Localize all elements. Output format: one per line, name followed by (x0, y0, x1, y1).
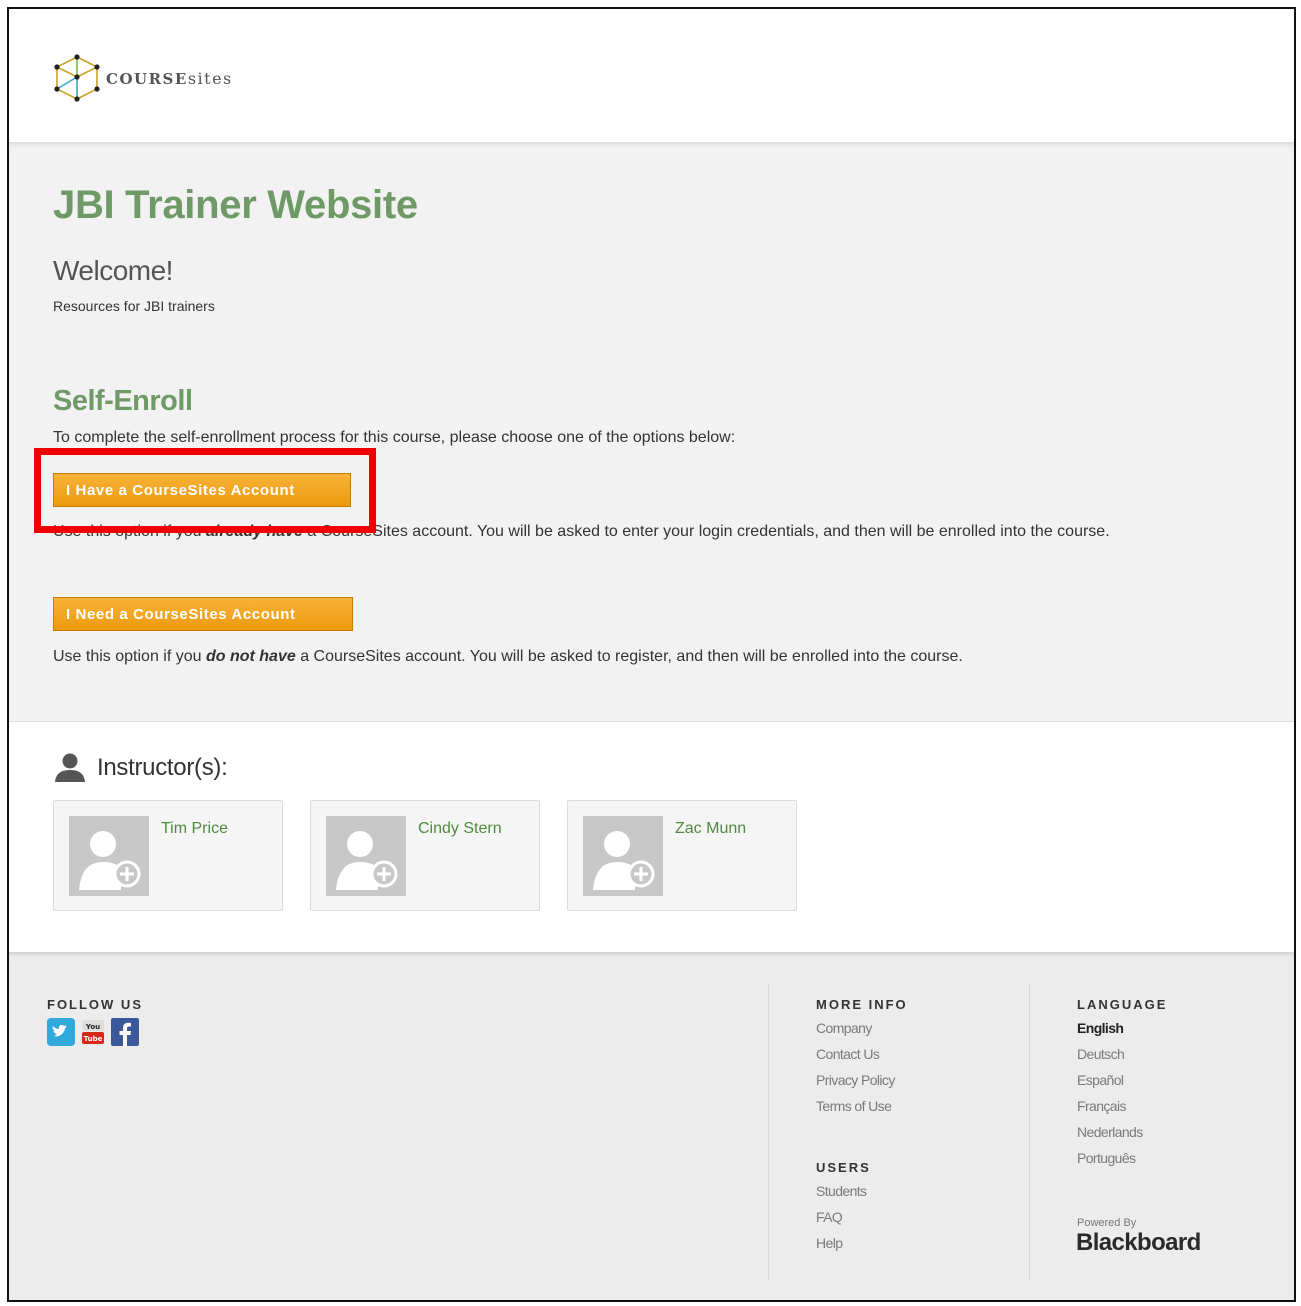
default-avatar-icon (336, 831, 398, 890)
person-icon (55, 753, 85, 782)
more-info-links: Company Contact Us Privacy Policy Terms … (816, 1015, 895, 1119)
instructors-heading: Instructor(s): (53, 752, 228, 784)
blackboard-logo[interactable]: Blackboard (1076, 1229, 1201, 1257)
svg-text:Tube: Tube (84, 1035, 103, 1043)
language-option-portugues[interactable]: Português (1077, 1145, 1143, 1171)
need-account-button[interactable]: I Need a CourseSites Account (53, 597, 353, 631)
instructor-name[interactable]: Zac Munn (675, 820, 746, 838)
youtube-icon[interactable]: You Tube (79, 1018, 107, 1046)
logo-text-light: sites (187, 68, 233, 88)
site-header: COURSEsites (9, 9, 1294, 142)
coursesites-cube-icon (54, 54, 100, 102)
language-option-francais[interactable]: Français (1077, 1093, 1143, 1119)
logo-text-bold: COURSE (106, 69, 188, 88)
more-info-heading: MORE INFO (816, 997, 908, 1012)
language-option-espanol[interactable]: Español (1077, 1067, 1143, 1093)
powered-by-label: Powered By (1077, 1217, 1137, 1229)
footer-divider (1029, 984, 1030, 1280)
footer-link-students[interactable]: Students (816, 1178, 867, 1204)
page-title: JBI Trainer Website (53, 183, 418, 227)
default-avatar-icon (79, 831, 141, 890)
coursesites-logo[interactable]: COURSEsites (53, 53, 233, 103)
footer-link-faq[interactable]: FAQ (816, 1204, 866, 1230)
users-links: Students FAQ Help (816, 1178, 867, 1256)
have-desc-prefix: Use this option if you (53, 523, 206, 540)
have-desc-emphasis: already have (205, 523, 303, 540)
instructor-list: Tim Price Cindy Stern Zac Munn (53, 800, 824, 911)
language-options: English Deutsch Español Français Nederla… (1077, 1015, 1143, 1171)
footer-link-privacy-policy[interactable]: Privacy Policy (816, 1067, 895, 1093)
follow-us-heading: FOLLOW US (47, 997, 143, 1012)
logo-text: COURSEsites (106, 69, 233, 88)
language-option-deutsch[interactable]: Deutsch (1077, 1041, 1143, 1067)
svg-text:You: You (85, 1023, 100, 1031)
avatar (69, 816, 149, 896)
language-heading: LANGUAGE (1077, 997, 1168, 1012)
language-option-nederlands[interactable]: Nederlands (1077, 1119, 1143, 1145)
have-account-button[interactable]: I Have a CourseSites Account (53, 473, 351, 507)
have-desc-suffix: a CourseSites account. You will be asked… (302, 523, 1110, 540)
social-links: You Tube (47, 1018, 143, 1046)
instructor-name[interactable]: Tim Price (161, 820, 228, 838)
need-account-description: Use this option if you do not have a Cou… (53, 643, 1273, 671)
need-desc-emphasis: do not have (205, 648, 296, 665)
site-footer: FOLLOW US You Tube MORE INFO Company Con… (9, 952, 1294, 1300)
have-account-description: Use this option if you already have a Co… (53, 518, 1253, 546)
self-enroll-heading: Self-Enroll (53, 385, 193, 417)
facebook-icon[interactable] (111, 1018, 139, 1046)
footer-link-terms-of-use[interactable]: Terms of Use (816, 1093, 895, 1119)
self-enroll-intro: To complete the self-enrollment process … (53, 429, 736, 446)
footer-link-company[interactable]: Company (816, 1015, 895, 1041)
footer-link-contact-us[interactable]: Contact Us (816, 1041, 895, 1067)
instructor-card[interactable]: Cindy Stern (310, 800, 540, 911)
instructor-name[interactable]: Cindy Stern (418, 820, 502, 838)
need-desc-prefix: Use this option if you (53, 648, 206, 665)
users-heading: USERS (816, 1160, 871, 1175)
instructor-card[interactable]: Tim Price (53, 800, 283, 911)
avatar (583, 816, 663, 896)
twitter-icon[interactable] (47, 1018, 75, 1046)
welcome-heading: Welcome! (53, 255, 173, 286)
language-option-english[interactable]: English (1077, 1015, 1143, 1041)
instructor-card[interactable]: Zac Munn (567, 800, 797, 911)
page-frame: COURSEsites JBI Trainer Website Welcome!… (7, 7, 1296, 1302)
footer-divider (768, 984, 769, 1280)
instructors-label: Instructor(s): (97, 754, 228, 781)
default-avatar-icon (593, 831, 655, 890)
main-content: JBI Trainer Website Welcome! Resources f… (9, 142, 1294, 722)
footer-link-help[interactable]: Help (816, 1230, 866, 1256)
need-desc-suffix: a CourseSites account. You will be asked… (295, 648, 963, 665)
course-description: Resources for JBI trainers (53, 298, 215, 314)
avatar (326, 816, 406, 896)
